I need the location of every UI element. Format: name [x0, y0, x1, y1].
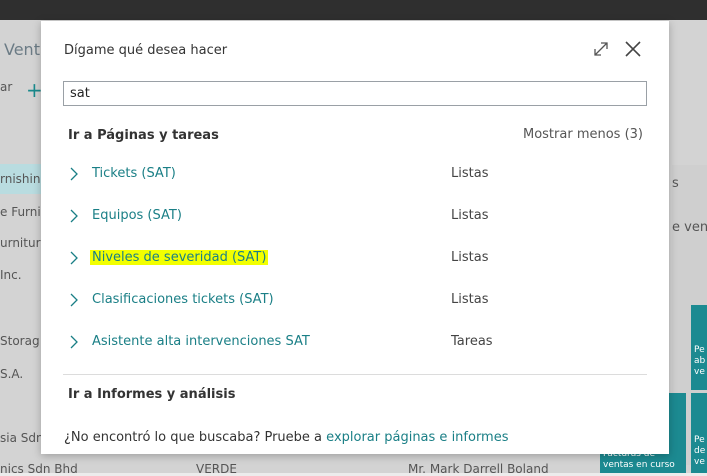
background-list-item: nics Sdn Bhd: [0, 462, 78, 476]
background-panel-subheading: e ven: [672, 220, 707, 235]
result-item-label-highlighted: Niveles de severidad (SAT): [90, 250, 269, 265]
tell-me-dialog: Dígame qué desea hacer Ir a Páginas y ta…: [41, 21, 669, 454]
chevron-right-icon: [70, 335, 78, 349]
chevron-right-icon: [70, 167, 78, 181]
dialog-footer: ¿No encontró lo que buscaba? Pruebe a ex…: [64, 430, 509, 445]
chevron-right-icon: [70, 293, 78, 307]
background-list-item: S.A.: [0, 367, 24, 381]
result-item-label: Equipos (SAT): [92, 208, 182, 223]
chevron-right-icon: [70, 251, 78, 265]
result-item-category: Listas: [451, 250, 489, 265]
result-item-label: Tickets (SAT): [92, 166, 176, 181]
close-icon[interactable]: [625, 41, 641, 57]
result-item-category: Listas: [451, 166, 489, 181]
background-cell: VERDE: [196, 462, 237, 476]
expand-icon[interactable]: [593, 41, 609, 57]
result-item[interactable]: Equipos (SAT) Listas: [63, 204, 647, 230]
dialog-title: Dígame qué desea hacer: [64, 43, 228, 58]
search-input[interactable]: [63, 81, 647, 106]
background-list-item: e Furni: [0, 205, 41, 219]
show-less-link[interactable]: Mostrar menos (3): [523, 127, 643, 142]
chevron-right-icon: [70, 209, 78, 223]
background-list-item: Storag: [0, 334, 40, 348]
result-item[interactable]: Clasificaciones tickets (SAT) Listas: [63, 288, 647, 314]
result-item-category: Listas: [451, 292, 489, 307]
result-item[interactable]: Niveles de severidad (SAT) Listas: [63, 246, 647, 272]
background-list-item: sia Sdn: [0, 431, 44, 445]
background-tile: Pe ab ve: [691, 305, 707, 390]
background-list-item: Inc.: [0, 268, 22, 282]
result-item[interactable]: Asistente alta intervenciones SAT Tareas: [63, 330, 647, 356]
result-item[interactable]: Tickets (SAT) Listas: [63, 162, 647, 188]
footer-text: ¿No encontró lo que buscaba? Pruebe a: [64, 430, 323, 445]
pages-section-heading: Ir a Páginas y tareas: [68, 128, 219, 143]
result-item-category: Tareas: [451, 334, 493, 349]
background-cell: Mr. Mark Darrell Boland: [408, 462, 549, 476]
result-item-label: Clasificaciones tickets (SAT): [92, 292, 274, 307]
background-panel-heading: s: [672, 176, 679, 191]
reports-section-heading[interactable]: Ir a Informes y análisis: [68, 387, 235, 402]
background-list-item: urnitur: [0, 236, 41, 250]
result-item-label: Asistente alta intervenciones SAT: [92, 334, 310, 349]
background-toolbar-text: ar: [0, 80, 13, 94]
result-item-category: Listas: [451, 208, 489, 223]
explore-pages-link[interactable]: explorar páginas e informes: [326, 430, 508, 445]
top-bar: [0, 0, 707, 20]
section-divider: [63, 374, 647, 375]
background-tile: Pe de ve: [691, 393, 707, 473]
